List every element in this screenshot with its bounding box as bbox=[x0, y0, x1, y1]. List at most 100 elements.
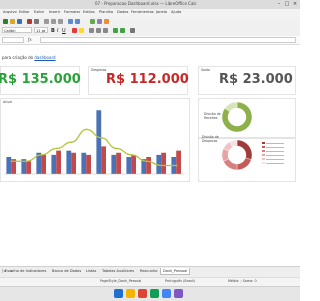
trend-point-7 bbox=[100, 136, 103, 139]
app-icon[interactable] bbox=[174, 289, 183, 298]
bar-series2-3 bbox=[41, 154, 46, 175]
menu-inserir[interactable]: Inserir bbox=[49, 10, 60, 14]
trend-point-8 bbox=[115, 147, 118, 150]
file-manager-icon[interactable] bbox=[126, 289, 135, 298]
copy-icon[interactable] bbox=[51, 19, 56, 24]
formula-input[interactable] bbox=[40, 37, 296, 43]
legend-placeholder bbox=[266, 146, 284, 148]
sort-icon[interactable] bbox=[104, 19, 109, 24]
heading-link[interactable]: dashboard bbox=[34, 55, 55, 60]
menu-editar[interactable]: Editar bbox=[19, 10, 30, 14]
legend-swatch bbox=[262, 146, 265, 148]
bar-series2-8 bbox=[116, 152, 121, 174]
writer-icon[interactable] bbox=[162, 289, 171, 298]
tab-banco-de-dados[interactable]: Banco de Dados bbox=[50, 268, 83, 275]
maximize-icon[interactable]: □ bbox=[284, 2, 290, 7]
print-icon[interactable] bbox=[34, 19, 39, 24]
bold-icon[interactable]: B bbox=[51, 28, 55, 34]
trend-point-10 bbox=[145, 160, 148, 163]
despesas-slice-1 bbox=[236, 139, 253, 160]
align-center-icon[interactable] bbox=[96, 28, 101, 33]
trend-point-6 bbox=[85, 128, 88, 131]
bar-series1-5 bbox=[66, 150, 72, 175]
legend-placeholder bbox=[266, 150, 284, 152]
tab-rascunho[interactable]: Rascunho bbox=[138, 268, 160, 275]
trend-point-4 bbox=[55, 147, 58, 150]
browser-icon[interactable] bbox=[138, 289, 147, 298]
align-right-icon[interactable] bbox=[103, 28, 108, 33]
bar-series1-8 bbox=[111, 154, 117, 175]
sheet-heading: para criação do dashboard bbox=[2, 55, 56, 60]
legend-item bbox=[262, 162, 284, 166]
donut-chart-despesas[interactable] bbox=[220, 138, 254, 172]
bar-series2-9 bbox=[131, 154, 136, 175]
chart-icon[interactable] bbox=[90, 19, 95, 24]
menu-janela[interactable]: Janela bbox=[156, 10, 167, 14]
donut-title-despesas: Divisão de Despesas bbox=[202, 135, 219, 143]
name-box[interactable] bbox=[2, 37, 24, 43]
legend-placeholder bbox=[266, 154, 284, 156]
borders-icon[interactable] bbox=[130, 28, 135, 33]
trend-point-1 bbox=[10, 160, 13, 163]
pivot-table-icon[interactable] bbox=[97, 19, 102, 24]
close-icon[interactable]: × bbox=[292, 2, 298, 7]
align-left-icon[interactable] bbox=[89, 28, 94, 33]
percent-icon[interactable] bbox=[120, 28, 125, 33]
font-name-box[interactable]: Calibri bbox=[2, 27, 32, 33]
function-wizard-icon[interactable]: ƒx bbox=[28, 37, 32, 42]
menu-exibir[interactable]: Exibir bbox=[34, 10, 44, 14]
pdf-icon[interactable] bbox=[27, 19, 32, 24]
donut-chart-receitas[interactable] bbox=[220, 100, 254, 134]
legend-swatch bbox=[262, 162, 265, 164]
heading-text: para criação do bbox=[2, 55, 35, 60]
bar-series2-2 bbox=[26, 161, 31, 174]
legend-swatch bbox=[262, 142, 265, 144]
tab-tabelas-auxiliares[interactable]: Tabelas Auxiliares bbox=[100, 268, 136, 275]
status-language[interactable]: Português (Brasil) bbox=[165, 279, 195, 283]
bar-series1-1 bbox=[6, 157, 12, 174]
menu-dados[interactable]: Dados bbox=[117, 10, 128, 14]
menu-estilos[interactable]: Estilos bbox=[83, 10, 95, 14]
trend-point-2 bbox=[25, 160, 28, 163]
calc-icon[interactable] bbox=[150, 289, 159, 298]
bar-series2-12 bbox=[176, 150, 181, 175]
bar-series2-5 bbox=[71, 152, 76, 174]
bar-line-chart[interactable] bbox=[0, 104, 188, 178]
trend-point-9 bbox=[130, 153, 133, 156]
font-size-box[interactable]: 11 pt bbox=[34, 27, 48, 33]
redo-icon[interactable] bbox=[75, 19, 80, 24]
tab-dash-pessoal[interactable]: Dash_Pessoal bbox=[160, 268, 191, 275]
menu-planilha[interactable]: Planilha bbox=[99, 10, 113, 14]
kpi-label-saldo: Saldo bbox=[201, 68, 210, 72]
minimize-icon[interactable]: – bbox=[276, 2, 282, 7]
bar-series2-6 bbox=[86, 154, 91, 175]
underline-icon[interactable]: U bbox=[62, 28, 66, 34]
cut-icon[interactable] bbox=[44, 19, 49, 24]
open-icon[interactable] bbox=[10, 19, 15, 24]
legend-swatch bbox=[262, 150, 265, 152]
paste-icon[interactable] bbox=[58, 19, 63, 24]
tab-listas[interactable]: Listas bbox=[84, 268, 98, 275]
menu-ferramentas[interactable]: Ferramentas bbox=[131, 10, 154, 14]
despesas-slice-2 bbox=[236, 157, 252, 171]
new-icon[interactable] bbox=[3, 19, 8, 24]
start-icon[interactable] bbox=[114, 289, 123, 298]
save-icon[interactable] bbox=[17, 19, 22, 24]
trend-point-12 bbox=[175, 164, 178, 167]
menu-ajuda[interactable]: Ajuda bbox=[171, 10, 181, 14]
kpi-value-receitas: R$ 135.000 bbox=[0, 72, 81, 87]
trend-point-5 bbox=[70, 141, 73, 144]
tab-escolha-de-indicadores[interactable]: Escolha de Indicadores bbox=[3, 268, 48, 275]
menu-formatar[interactable]: Formatar bbox=[64, 10, 80, 14]
menu-arquivo[interactable]: Arquivo bbox=[3, 10, 17, 14]
highlight-icon[interactable] bbox=[79, 28, 84, 33]
bar-series1-9 bbox=[126, 157, 132, 174]
bar-series1-4 bbox=[51, 154, 57, 175]
currency-icon[interactable] bbox=[113, 28, 118, 33]
font-color-icon[interactable] bbox=[72, 28, 77, 33]
italic-icon[interactable]: I bbox=[57, 28, 58, 34]
legend-swatch bbox=[262, 158, 265, 160]
legend-placeholder bbox=[266, 142, 284, 144]
window-title: 07 - Preparacao Dashboard.xlsx — LibreOf… bbox=[95, 1, 197, 6]
undo-icon[interactable] bbox=[68, 19, 73, 24]
